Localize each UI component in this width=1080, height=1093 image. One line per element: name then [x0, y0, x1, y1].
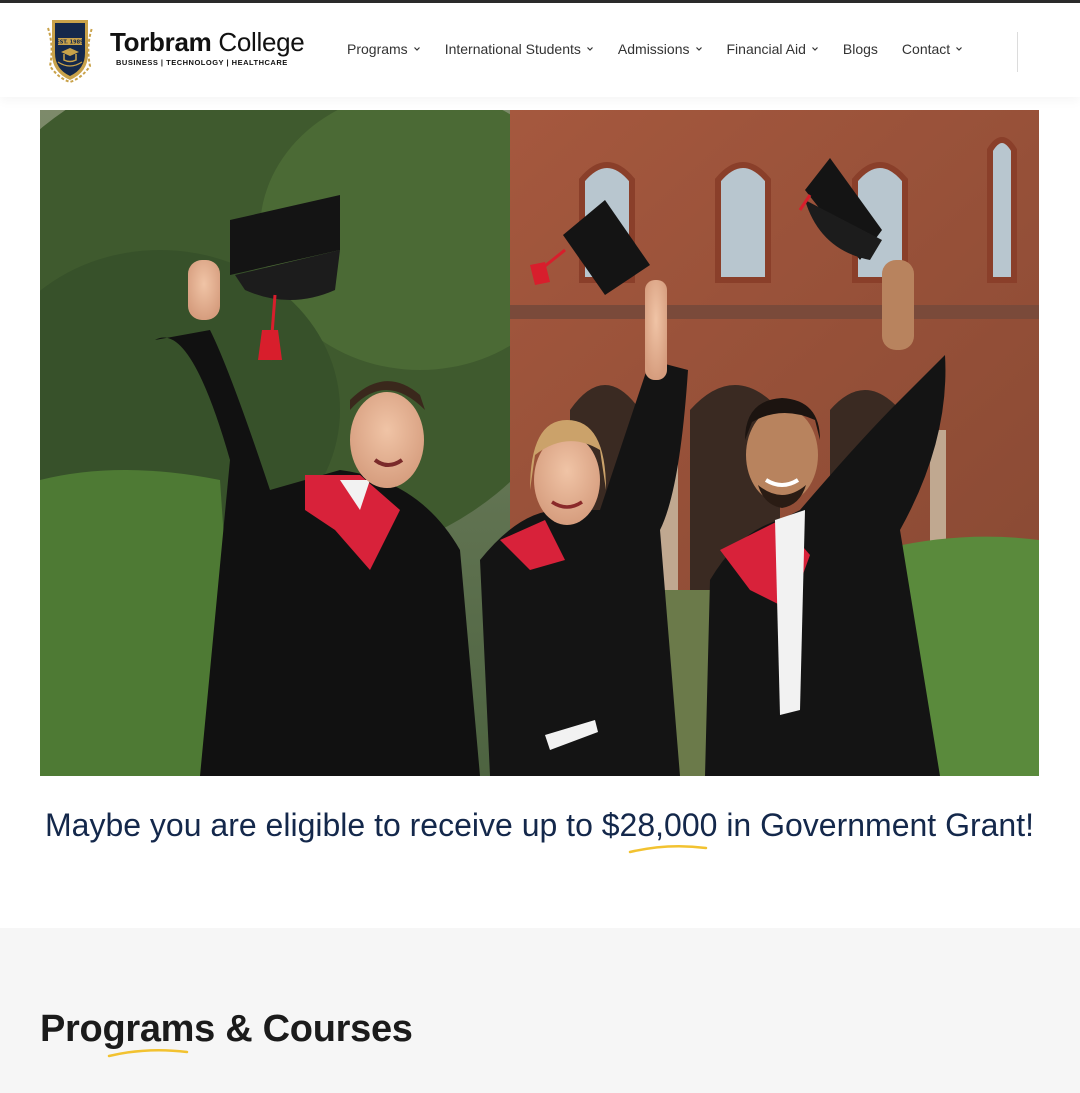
- site-logo[interactable]: EST. 1989 Torbram College BUSINESS | TEC…: [40, 16, 305, 84]
- nav-programs[interactable]: Programs: [347, 41, 421, 57]
- chevron-down-icon: [586, 47, 593, 51]
- svg-text:EST. 1989: EST. 1989: [56, 40, 84, 46]
- main-nav: Programs International Students Admissio…: [347, 41, 987, 57]
- chevron-down-icon: [695, 47, 702, 51]
- brand-tagline: BUSINESS | TECHNOLOGY | HEALTHCARE: [116, 57, 288, 67]
- college-crest-icon: EST. 1989: [40, 16, 100, 84]
- nav-contact[interactable]: Contact: [902, 41, 963, 57]
- nav-financial-aid[interactable]: Financial Aid: [727, 41, 819, 57]
- chevron-down-icon: [413, 47, 420, 51]
- nav-international-students[interactable]: International Students: [445, 41, 594, 57]
- hero-image: [40, 110, 1039, 776]
- header-divider: [1017, 32, 1018, 72]
- brand-name: Torbram College: [110, 26, 305, 57]
- squiggle-underline-icon: [628, 844, 707, 854]
- grant-headline: Maybe you are eligible to receive up to …: [40, 808, 1039, 854]
- nav-admissions[interactable]: Admissions: [618, 41, 703, 57]
- site-header: EST. 1989 Torbram College BUSINESS | TEC…: [0, 3, 1080, 97]
- grant-amount: $28,000: [602, 808, 717, 854]
- nav-blogs[interactable]: Blogs: [843, 41, 878, 57]
- chevron-down-icon: [956, 47, 963, 51]
- chevron-down-icon: [811, 47, 818, 51]
- programs-section: Programs & Courses: [0, 928, 1080, 1093]
- programs-heading: Programs & Courses: [40, 1008, 413, 1050]
- squiggle-underline-icon: [107, 1048, 189, 1058]
